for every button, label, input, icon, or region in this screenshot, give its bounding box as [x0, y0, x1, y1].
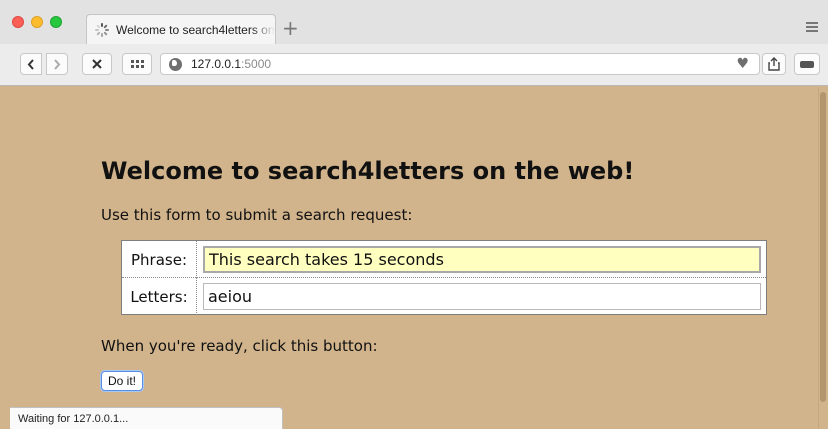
scrollbar-thumb[interactable]	[820, 92, 826, 402]
page-content: Welcome to search4letters on the web! Us…	[0, 87, 818, 429]
phrase-row: Phrase: This search takes 15 seconds	[122, 241, 766, 278]
top-sites-button[interactable]	[122, 53, 152, 75]
phrase-input[interactable]: This search takes 15 seconds	[203, 246, 761, 273]
url-host: 127.0.0.1	[191, 57, 242, 71]
ready-text: When you're ready, click this button:	[101, 337, 378, 355]
phrase-label: Phrase:	[122, 241, 197, 278]
globe-icon	[169, 57, 182, 71]
letters-row: Letters: aeiou	[122, 278, 766, 315]
share-button[interactable]	[762, 53, 786, 75]
close-window-button[interactable]	[12, 16, 24, 28]
browser-tab-active[interactable]: Welcome to search4letters on the web!	[86, 14, 276, 44]
stop-loading-button[interactable]	[82, 53, 112, 75]
battery-icon	[800, 60, 814, 68]
url-port: :5000	[241, 57, 272, 71]
search-form-table: Phrase: This search takes 15 seconds Let…	[121, 240, 767, 315]
tab-list-icon[interactable]	[806, 22, 818, 34]
heart-icon[interactable]: ♥	[736, 56, 749, 72]
reader-button[interactable]	[794, 53, 820, 75]
loading-spinner-icon	[95, 22, 109, 37]
page-heading: Welcome to search4letters on the web!	[101, 157, 635, 185]
do-it-button[interactable]: Do it!	[101, 371, 144, 391]
back-button[interactable]	[20, 53, 42, 75]
forward-button[interactable]	[46, 53, 68, 75]
chevron-left-icon	[27, 58, 34, 70]
share-icon	[768, 57, 780, 71]
new-tab-button[interactable]: +	[282, 17, 299, 39]
intro-text: Use this form to submit a search request…	[101, 206, 413, 224]
status-bar: Waiting for 127.0.0.1...	[10, 407, 283, 429]
letters-input[interactable]: aeiou	[203, 283, 761, 310]
letters-label: Letters:	[122, 278, 197, 315]
tab-title: Welcome to search4letters on the web!	[116, 22, 275, 37]
zoom-window-button[interactable]	[50, 16, 62, 28]
tab-bar: Welcome to search4letters on the web! +	[0, 0, 828, 44]
chevron-right-icon	[54, 58, 61, 70]
address-bar[interactable]: 127.0.0.1:5000 ♥	[160, 53, 760, 75]
browser-chrome: Welcome to search4letters on the web! + …	[0, 0, 828, 86]
close-icon	[92, 59, 102, 69]
grid-icon	[130, 60, 144, 68]
navigation-bar: 127.0.0.1:5000 ♥	[0, 44, 828, 86]
minimize-window-button[interactable]	[31, 16, 43, 28]
